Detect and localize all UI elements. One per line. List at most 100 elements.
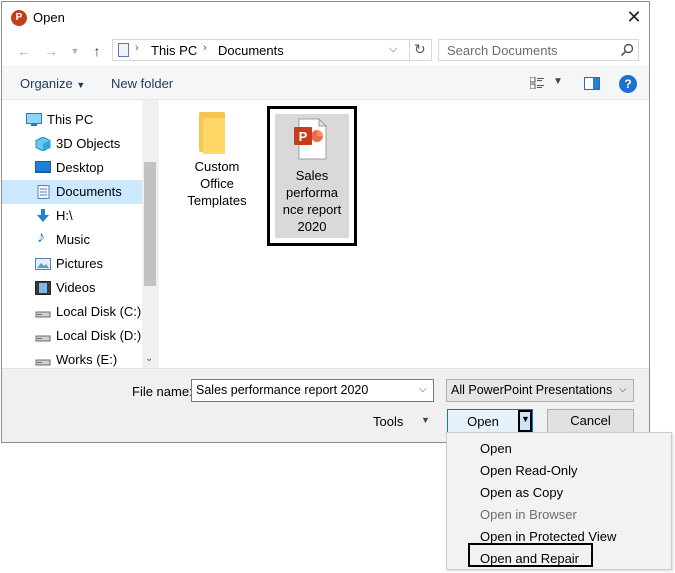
film-icon <box>35 281 51 295</box>
nav-item-label: H:\ <box>56 208 73 223</box>
chevron-down-icon: ▼ <box>76 80 86 90</box>
nav-item-h-drive[interactable]: H:\ <box>2 204 142 228</box>
navigation-scrollbar[interactable]: ⌄ <box>142 100 158 368</box>
breadcrumb-this-pc[interactable]: This PC <box>151 43 197 58</box>
chevron-down-icon: ▼ <box>70 46 80 56</box>
organize-button[interactable]: Organize ▼ <box>20 76 85 91</box>
chevron-down-icon: ▼ <box>521 414 530 424</box>
file-label-line: 2020 <box>297 219 327 234</box>
menu-item-open-in-browser: Open in Browser <box>480 507 577 522</box>
recent-locations-button[interactable]: ▼ <box>66 42 84 60</box>
file-name-field[interactable]: Sales performance report 2020 ⌵ <box>191 379 434 402</box>
nav-item-label: Works (E:) <box>56 352 118 367</box>
address-bar[interactable]: › This PC › Documents ⌵ ↻ <box>112 39 432 61</box>
file-selection-highlight: P Sales performa nce report 2020 <box>275 114 349 238</box>
view-options-dropdown[interactable]: ▼ <box>553 76 563 87</box>
folder-label-line: Office <box>200 176 234 191</box>
nav-item-label: Videos <box>56 280 96 295</box>
title-bar: P Open ✕ <box>2 2 649 34</box>
new-folder-button[interactable]: New folder <box>111 76 173 91</box>
menu-item-open-in-protected-view[interactable]: Open in Protected View <box>480 529 616 544</box>
forward-button[interactable]: → <box>42 42 60 60</box>
up-button[interactable]: ↑ <box>88 42 106 60</box>
address-history-dropdown[interactable]: ⌵ <box>389 43 397 56</box>
powerpoint-app-icon: P <box>11 10 27 26</box>
monitor-icon <box>26 113 42 126</box>
drive-icon <box>35 359 51 366</box>
cancel-button[interactable]: Cancel <box>547 409 634 433</box>
file-label-line: nce report <box>282 202 342 217</box>
nav-item-local-disk-c[interactable]: Local Disk (C:) <box>2 300 142 324</box>
nav-item-label: Local Disk (C:) <box>56 304 142 319</box>
chevron-down-icon: ⌵ <box>619 384 627 395</box>
download-arrow-icon <box>37 209 49 222</box>
nav-item-label: Desktop <box>56 160 104 175</box>
change-view-icon[interactable] <box>530 77 544 89</box>
tools-button[interactable]: Tools <box>373 414 403 429</box>
file-type-select[interactable]: All PowerPoint Presentations ⌵ <box>446 379 634 402</box>
folder-icon-front <box>203 118 225 154</box>
nav-item-pictures[interactable]: Pictures <box>2 252 142 276</box>
pictures-icon <box>35 258 51 270</box>
documents-location-icon <box>118 43 129 57</box>
nav-item-documents[interactable]: Documents <box>2 180 142 204</box>
open-split-dropdown[interactable]: ▼ <box>518 410 532 432</box>
open-button[interactable]: Open ▼ <box>447 409 533 433</box>
nav-item-desktop[interactable]: Desktop <box>2 156 142 180</box>
file-sales-performance-report-2020[interactable]: P Sales performa nce report 2020 <box>267 106 357 246</box>
open-options-menu: Open Open Read-Only Open as Copy Open in… <box>446 432 672 570</box>
nav-item-label: Music <box>56 232 90 247</box>
nav-item-label: Pictures <box>56 256 103 271</box>
ppt-icon-letter: P <box>299 129 308 144</box>
chevron-down-icon[interactable]: ⌵ <box>419 384 427 395</box>
search-input[interactable]: Search Documents <box>447 43 558 58</box>
menu-item-open[interactable]: Open <box>480 441 512 456</box>
nav-item-label: Documents <box>56 184 122 199</box>
open-button-label: Open <box>467 414 499 429</box>
close-icon: ✕ <box>626 7 642 27</box>
drive-icon <box>35 335 51 342</box>
bottom-panel: File name: Sales performance report 2020… <box>2 368 649 442</box>
up-arrow-icon: ↑ <box>93 43 101 59</box>
nav-item-this-pc[interactable]: This PC <box>2 108 142 132</box>
forward-arrow-icon: → <box>44 43 58 59</box>
help-icon[interactable]: ? <box>619 75 637 93</box>
file-name-value[interactable]: Sales performance report 2020 <box>196 383 368 397</box>
search-icon <box>620 43 634 57</box>
folder-label-line: Templates <box>187 193 247 208</box>
back-arrow-icon: ← <box>17 43 31 59</box>
drive-icon <box>35 311 51 318</box>
menu-item-open-as-copy[interactable]: Open as Copy <box>480 485 563 500</box>
command-bar: Organize ▼ New folder ▼ ? <box>2 66 649 100</box>
nav-item-videos[interactable]: Videos <box>2 276 142 300</box>
folder-custom-office-templates[interactable]: Custom Office Templates <box>177 108 257 218</box>
refresh-icon[interactable]: ↻ <box>414 41 426 58</box>
desktop-icon <box>35 161 51 173</box>
nav-item-3d-objects[interactable]: 3D Objects <box>2 132 142 156</box>
chevron-down-icon[interactable]: ▼ <box>421 415 430 425</box>
search-box[interactable]: Search Documents <box>438 39 639 61</box>
address-divider <box>409 40 410 60</box>
dialog-title: Open <box>33 10 65 25</box>
back-button[interactable]: ← <box>15 42 33 60</box>
preview-pane-icon[interactable] <box>584 77 600 90</box>
powerpoint-file-icon: P <box>294 118 327 160</box>
nav-item-music[interactable]: ♪ Music <box>2 228 142 252</box>
documents-icon <box>37 185 50 199</box>
scrollbar-thumb[interactable] <box>144 162 156 286</box>
close-button[interactable]: ✕ <box>622 6 646 30</box>
menu-item-open-read-only[interactable]: Open Read-Only <box>480 463 578 478</box>
file-type-value: All PowerPoint Presentations <box>451 383 613 397</box>
file-label-line: performa <box>285 185 339 200</box>
folder-label-line: Custom <box>194 159 240 174</box>
menu-item-open-and-repair[interactable]: Open and Repair <box>480 551 579 566</box>
breadcrumb-documents[interactable]: Documents <box>218 43 284 58</box>
file-label-line: Sales <box>295 168 329 183</box>
scroll-down-icon[interactable]: ⌄ <box>145 353 153 364</box>
file-list-pane: Custom Office Templates P Sales performa… <box>158 100 649 368</box>
nav-item-local-disk-d[interactable]: Local Disk (D:) <box>2 324 142 348</box>
nav-item-label: 3D Objects <box>56 136 121 151</box>
breadcrumb-separator-icon: › <box>135 42 139 54</box>
open-dialog: P Open ✕ ← → ▼ ↑ › This PC › Documents ⌵… <box>1 1 650 443</box>
file-name-label: File name: <box>132 384 193 399</box>
